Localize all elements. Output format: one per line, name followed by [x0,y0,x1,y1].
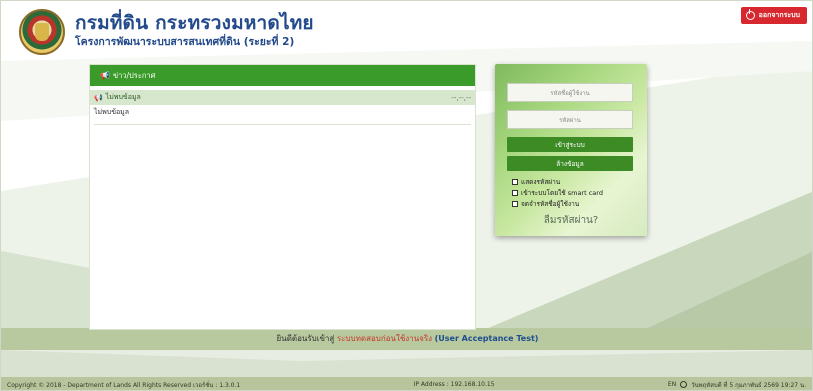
news-item-title: ไม่พบข้อมูล [105,93,141,101]
logout-label: ออกจากระบบ [758,11,800,19]
clear-button[interactable]: ล้างข้อมูล [507,156,633,171]
news-empty-text: ไม่พบข้อมูล [94,108,130,116]
welcome-banner: ยินดีต้อนรับเข้าสู่ ระบบทดสอบก่อนใช้งานจ… [1,332,812,344]
password-input[interactable]: รหัสผ่าน [507,110,633,129]
clock-icon [680,381,688,388]
welcome-system-name: ระบบทดสอบก่อนใช้งานจริง [336,334,433,343]
remember-checkbox[interactable]: จดจำรหัสชื่อผู้ใช้งาน [512,199,579,209]
footer: Copyright © 2018 - Department of Lands A… [1,377,812,390]
news-header: 📢 ข่าว/ประกาศ [90,65,475,86]
login-panel: รหัสชื่อผู้ใช้งาน รหัสผ่าน เข้าสู่ระบบ ล… [495,64,647,236]
divider [94,124,471,125]
language-switch[interactable]: EN [668,381,676,388]
username-input[interactable]: รหัสชื่อผู้ใช้งาน [507,83,633,102]
seal-logo [19,9,65,55]
welcome-prefix: ยินดีต้อนรับเข้าสู่ [276,334,335,343]
news-item-date: --,--,-- [451,93,471,102]
news-item[interactable]: 📢 ไม่พบข้อมูล --,--,-- [90,90,475,105]
forgot-password-link[interactable]: ลืมรหัสผ่าน? [495,213,647,228]
login-button[interactable]: เข้าสู่ระบบ [507,137,633,152]
checkbox-box [512,201,518,207]
smartcard-label: เข้าระบบโดยใช้ smart card [521,189,603,197]
header: กรมที่ดิน กระทรวงมหาดไทย โครงการพัฒนาระบ… [1,1,812,63]
welcome-uat: (User Acceptance Test) [434,334,539,343]
checkbox-box [512,190,518,196]
smartcard-checkbox[interactable]: เข้าระบบโดยใช้ smart card [512,188,603,198]
password-placeholder: รหัสผ่าน [559,116,581,124]
show-password-checkbox[interactable]: แสดงรหัสผ่าน [512,177,560,187]
news-header-label: ข่าว/ประกาศ [112,70,156,80]
news-panel: 📢 ข่าว/ประกาศ 📢 ไม่พบข้อมูล --,--,-- ไม่… [89,64,476,330]
page-frame: กรมที่ดิน กระทรวงมหาดไทย โครงการพัฒนาระบ… [0,0,813,391]
datetime-text: วันพฤหัสบดี ที่ 5 กุมภาพันธ์ 2569 19:27 … [691,381,806,389]
power-icon [745,9,755,20]
remember-label: จดจำรหัสชื่อผู้ใช้งาน [521,200,580,208]
show-password-label: แสดงรหัสผ่าน [521,178,561,186]
username-placeholder: รหัสชื่อผู้ใช้งาน [550,89,590,97]
page-subtitle: โครงการพัฒนาระบบสารสนเทศที่ดิน (ระยะที่ … [75,36,295,48]
megaphone-icon: 📢 [100,71,110,80]
checkbox-box [512,179,518,185]
copyright-text: Copyright © 2018 - Department of Lands A… [7,381,241,389]
megaphone-icon: 📢 [94,93,103,102]
ip-address: IP Address : 192.168.10.15 [413,381,495,388]
logout-button[interactable]: ออกจากระบบ [740,7,807,24]
